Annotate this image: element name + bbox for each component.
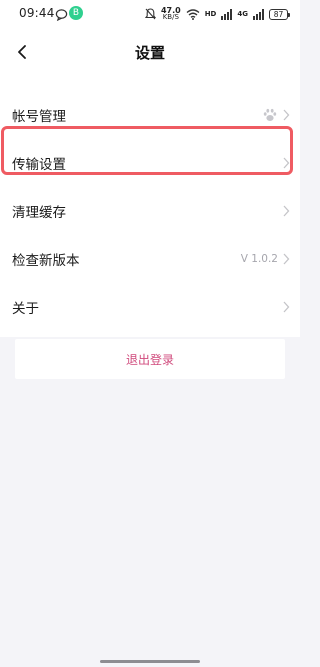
battery-level: 87 xyxy=(273,9,284,19)
settings-list: 帐号管理 传输设置 清理缓存 检查新版本 V 1.0.2 关于 xyxy=(0,75,300,337)
settings-item-check-update[interactable]: 检查新版本 V 1.0.2 xyxy=(0,235,300,283)
chevron-right-icon xyxy=(283,157,290,169)
signal-strength-2-icon xyxy=(253,8,264,20)
settings-item-transfer[interactable]: 传输设置 xyxy=(0,139,300,187)
status-right: 47.0 KB/S HD 4G 87 xyxy=(144,5,290,23)
sim1-hd-label: HD xyxy=(204,10,217,18)
sim2-network-label: 4G xyxy=(237,10,248,18)
mute-bell-icon xyxy=(144,8,156,20)
settings-item-about[interactable]: 关于 xyxy=(0,283,300,331)
app-notification-badge: B xyxy=(69,6,83,20)
home-indicator[interactable] xyxy=(100,660,200,663)
status-time: 09:44 xyxy=(19,6,55,20)
settings-item-clear-cache[interactable]: 清理缓存 xyxy=(0,187,300,235)
chevron-right-icon xyxy=(283,253,290,265)
chat-bubble-icon xyxy=(55,9,68,21)
settings-item-label: 关于 xyxy=(12,301,39,317)
network-speed: 47.0 KB/S xyxy=(161,7,181,21)
logout-button[interactable]: 退出登录 xyxy=(15,339,285,379)
paw-icon xyxy=(263,108,277,121)
settings-item-account[interactable]: 帐号管理 xyxy=(0,91,300,139)
settings-screen: 09:44 B 47.0 KB/S HD 4G 87 设置 帐号管理 传输设置 … xyxy=(0,0,300,667)
settings-item-label: 传输设置 xyxy=(12,157,66,173)
chevron-right-icon xyxy=(283,301,290,313)
settings-item-label: 检查新版本 xyxy=(12,253,80,269)
battery-icon: 87 xyxy=(269,8,290,20)
list-bottom-spacer xyxy=(0,331,300,337)
chevron-right-icon xyxy=(283,109,290,121)
version-value: V 1.0.2 xyxy=(240,253,278,265)
status-bar: 09:44 B 47.0 KB/S HD 4G 87 xyxy=(0,0,300,30)
settings-item-label: 清理缓存 xyxy=(12,205,66,221)
chevron-right-icon xyxy=(283,205,290,217)
signal-strength-icon xyxy=(221,8,233,20)
page-title: 设置 xyxy=(134,44,165,62)
network-speed-unit: KB/S xyxy=(162,13,179,21)
header-bar: 设置 xyxy=(0,30,300,75)
settings-item-label: 帐号管理 xyxy=(12,109,66,125)
wifi-icon xyxy=(186,8,200,20)
list-top-spacer xyxy=(0,75,300,91)
